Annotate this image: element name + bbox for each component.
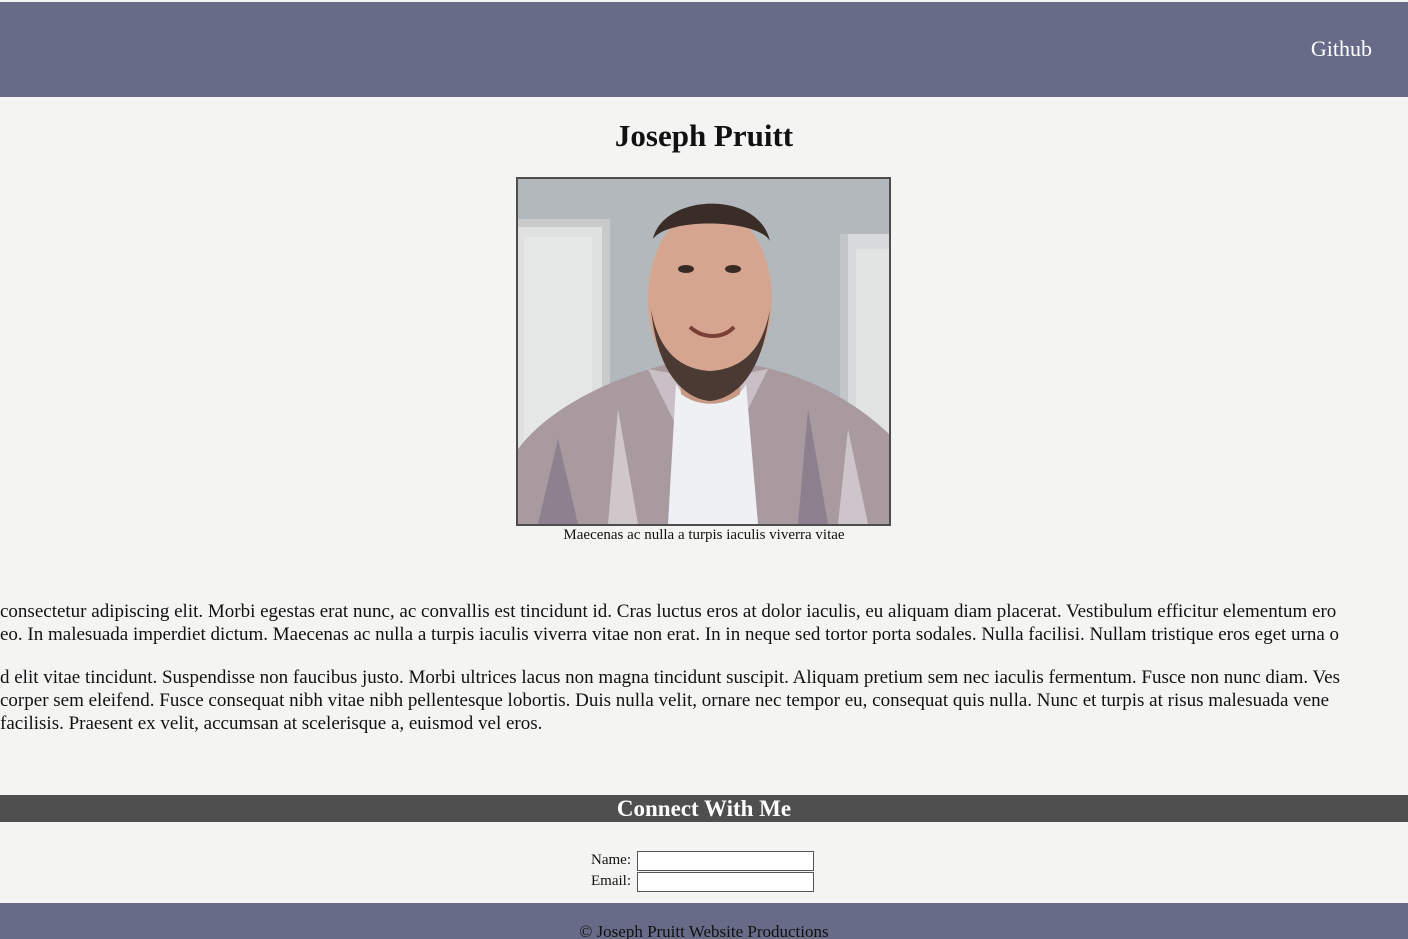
email-label: Email: <box>591 873 631 889</box>
paragraph-line: facilisis. Praesent ex velit, accumsan a… <box>0 713 543 734</box>
paragraph-line: consectetur adipiscing elit. Morbi egest… <box>0 601 1337 622</box>
page-title: Joseph Pruitt <box>614 118 794 153</box>
footer-copyright: © Joseph Pruitt Website Productions <box>579 922 829 939</box>
profile-photo <box>516 177 891 526</box>
connect-title: Connect With Me <box>616 796 792 821</box>
bio-paragraph-1: consectetur adipiscing elit. Morbi egest… <box>0 600 1408 646</box>
name-row: Name: <box>591 850 814 871</box>
site-footer: © Joseph Pruitt Website Productions <box>0 903 1408 939</box>
site-header: Github <box>0 2 1408 97</box>
bio-paragraph-2: d elit vitae tincidunt. Suspendisse non … <box>0 666 1408 735</box>
connect-section-header: Connect With Me <box>0 795 1408 822</box>
paragraph-line: d elit vitae tincidunt. Suspendisse non … <box>0 667 1340 688</box>
paragraph-line: eo. In malesuada imperdiet dictum. Maece… <box>0 624 1340 645</box>
paragraph-line: corper sem eleifend. Fusce consequat nib… <box>0 690 1330 711</box>
name-label: Name: <box>591 852 631 868</box>
name-input[interactable] <box>637 850 814 871</box>
github-link[interactable]: Github <box>1311 36 1372 62</box>
photo-caption: Maecenas ac nulla a turpis iaculis viver… <box>563 527 845 543</box>
email-input[interactable] <box>637 871 814 892</box>
email-row: Email: <box>591 871 814 892</box>
